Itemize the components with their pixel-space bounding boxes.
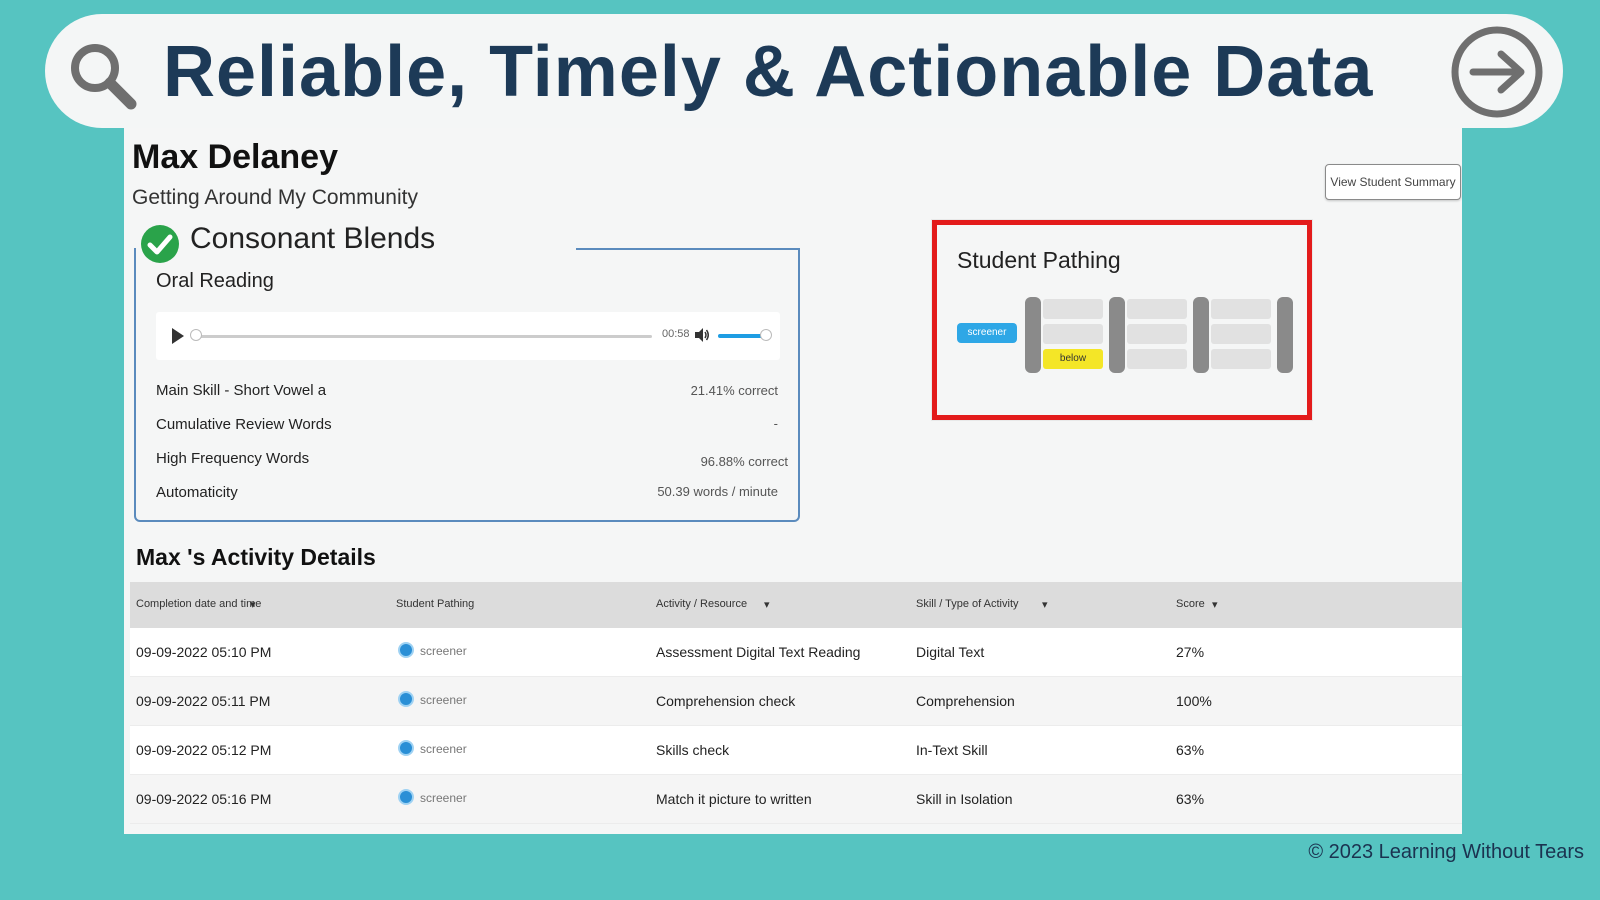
- pathing-slot: [1211, 349, 1271, 369]
- pathing-slot: [1211, 324, 1271, 344]
- student-pathing-box: Student Pathing screener below: [932, 220, 1312, 420]
- row-skill: Skill in Isolation: [916, 791, 1013, 807]
- row-skill: Digital Text: [916, 644, 985, 660]
- metric-value: 96.88% correct: [700, 454, 788, 469]
- page-title: Reliable, Timely & Actionable Data: [163, 32, 1374, 112]
- metric-label: Cumulative Review Words: [156, 416, 332, 433]
- audio-progress-knob[interactable]: [190, 329, 202, 341]
- sort-caret-icon[interactable]: ▾: [1212, 598, 1218, 611]
- metric-label: High Frequency Words: [156, 450, 310, 467]
- column-header-date[interactable]: Completion date and time: [136, 598, 261, 610]
- table-row[interactable]: 09-09-2022 05:11 PM screener Comprehensi…: [130, 677, 1462, 726]
- pathing-dot-icon: [398, 789, 414, 805]
- section-title: Oral Reading: [156, 270, 274, 292]
- copyright: © 2023 Learning Without Tears: [1308, 841, 1584, 863]
- column-header-pathing: Student Pathing: [396, 598, 475, 610]
- table-row[interactable]: 09-09-2022 05:16 PM screener Match it pi…: [130, 775, 1462, 824]
- row-pathing: screener: [420, 791, 467, 805]
- metric-value: 50.39 words / minute: [657, 484, 778, 499]
- audio-progress-track[interactable]: [196, 335, 652, 338]
- pathing-slot: [1127, 299, 1187, 319]
- search-icon: [71, 44, 137, 110]
- volume-icon[interactable]: [694, 327, 710, 343]
- unit-name: Getting Around My Community: [132, 186, 418, 209]
- metric-value: 21.41% correct: [690, 383, 778, 398]
- oral-reading-card: Oral Reading 00:58 Main Skill - Short Vo…: [134, 248, 800, 522]
- row-score: 27%: [1176, 644, 1205, 660]
- screener-tag: screener: [957, 323, 1017, 343]
- metric-value: -: [773, 416, 778, 431]
- row-skill: Comprehension: [916, 693, 1015, 709]
- below-tag: below: [1043, 349, 1103, 369]
- row-date: 09-09-2022 05:10 PM: [136, 644, 272, 660]
- row-activity: Assessment Digital Text Reading: [656, 644, 861, 660]
- pathing-slot: [1211, 299, 1271, 319]
- pathing-slot: [1127, 324, 1187, 344]
- row-score: 100%: [1176, 693, 1212, 709]
- pathing-dot-icon: [398, 691, 414, 707]
- pathing-divider: [1277, 297, 1293, 373]
- metric-label: Automaticity: [156, 484, 238, 501]
- view-student-summary-button[interactable]: View Student Summary: [1325, 164, 1461, 200]
- row-activity: Skills check: [656, 742, 730, 758]
- row-date: 09-09-2022 05:16 PM: [136, 791, 272, 807]
- row-date: 09-09-2022 05:11 PM: [136, 693, 271, 709]
- pathing-title: Student Pathing: [957, 247, 1121, 273]
- student-report-panel: Max Delaney Getting Around My Community …: [124, 128, 1462, 834]
- pathing-slot: [1043, 299, 1103, 319]
- pathing-divider: [1193, 297, 1209, 373]
- sort-caret-icon[interactable]: ▾: [764, 598, 770, 611]
- row-skill: In-Text Skill: [916, 742, 988, 758]
- row-pathing: screener: [420, 644, 467, 658]
- row-score: 63%: [1176, 791, 1205, 807]
- row-score: 63%: [1176, 742, 1205, 758]
- column-header-skill[interactable]: Skill / Type of Activity: [916, 598, 1019, 610]
- audio-player: 00:58: [156, 312, 780, 360]
- row-pathing: screener: [420, 742, 467, 756]
- volume-slider[interactable]: [718, 334, 764, 338]
- column-header-activity[interactable]: Activity / Resource: [656, 598, 747, 610]
- pathing-slot: [1043, 324, 1103, 344]
- activity-details-title: Max 's Activity Details: [136, 544, 376, 570]
- title-banner: Reliable, Timely & Actionable Data: [45, 14, 1563, 128]
- pathing-dot-icon: [398, 740, 414, 756]
- audio-time: 00:58: [662, 328, 690, 340]
- row-date: 09-09-2022 05:12 PM: [136, 742, 272, 758]
- pathing-slot: [1127, 349, 1187, 369]
- pathing-divider: [1025, 297, 1041, 373]
- sort-caret-icon[interactable]: ▾: [250, 598, 256, 611]
- pathing-divider: [1109, 297, 1125, 373]
- pathing-dot-icon: [398, 642, 414, 658]
- table-row[interactable]: 09-09-2022 05:12 PM screener Skills chec…: [130, 726, 1462, 775]
- row-activity: Comprehension check: [656, 693, 796, 709]
- table-header: Completion date and time ▾ Student Pathi…: [130, 582, 1462, 628]
- metric-label: Main Skill - Short Vowel a: [156, 382, 327, 399]
- row-activity: Match it picture to written: [656, 791, 812, 807]
- table-row[interactable]: 09-09-2022 05:10 PM screener Assessment …: [130, 628, 1462, 677]
- column-header-score[interactable]: Score: [1176, 598, 1205, 610]
- student-name: Max Delaney: [132, 138, 338, 176]
- play-icon[interactable]: [172, 328, 184, 344]
- volume-knob[interactable]: [760, 329, 772, 341]
- arrow-right-circle-icon[interactable]: [1449, 24, 1545, 120]
- sort-caret-icon[interactable]: ▾: [1042, 598, 1048, 611]
- row-pathing: screener: [420, 693, 467, 707]
- activity-table: Completion date and time ▾ Student Pathi…: [130, 582, 1462, 824]
